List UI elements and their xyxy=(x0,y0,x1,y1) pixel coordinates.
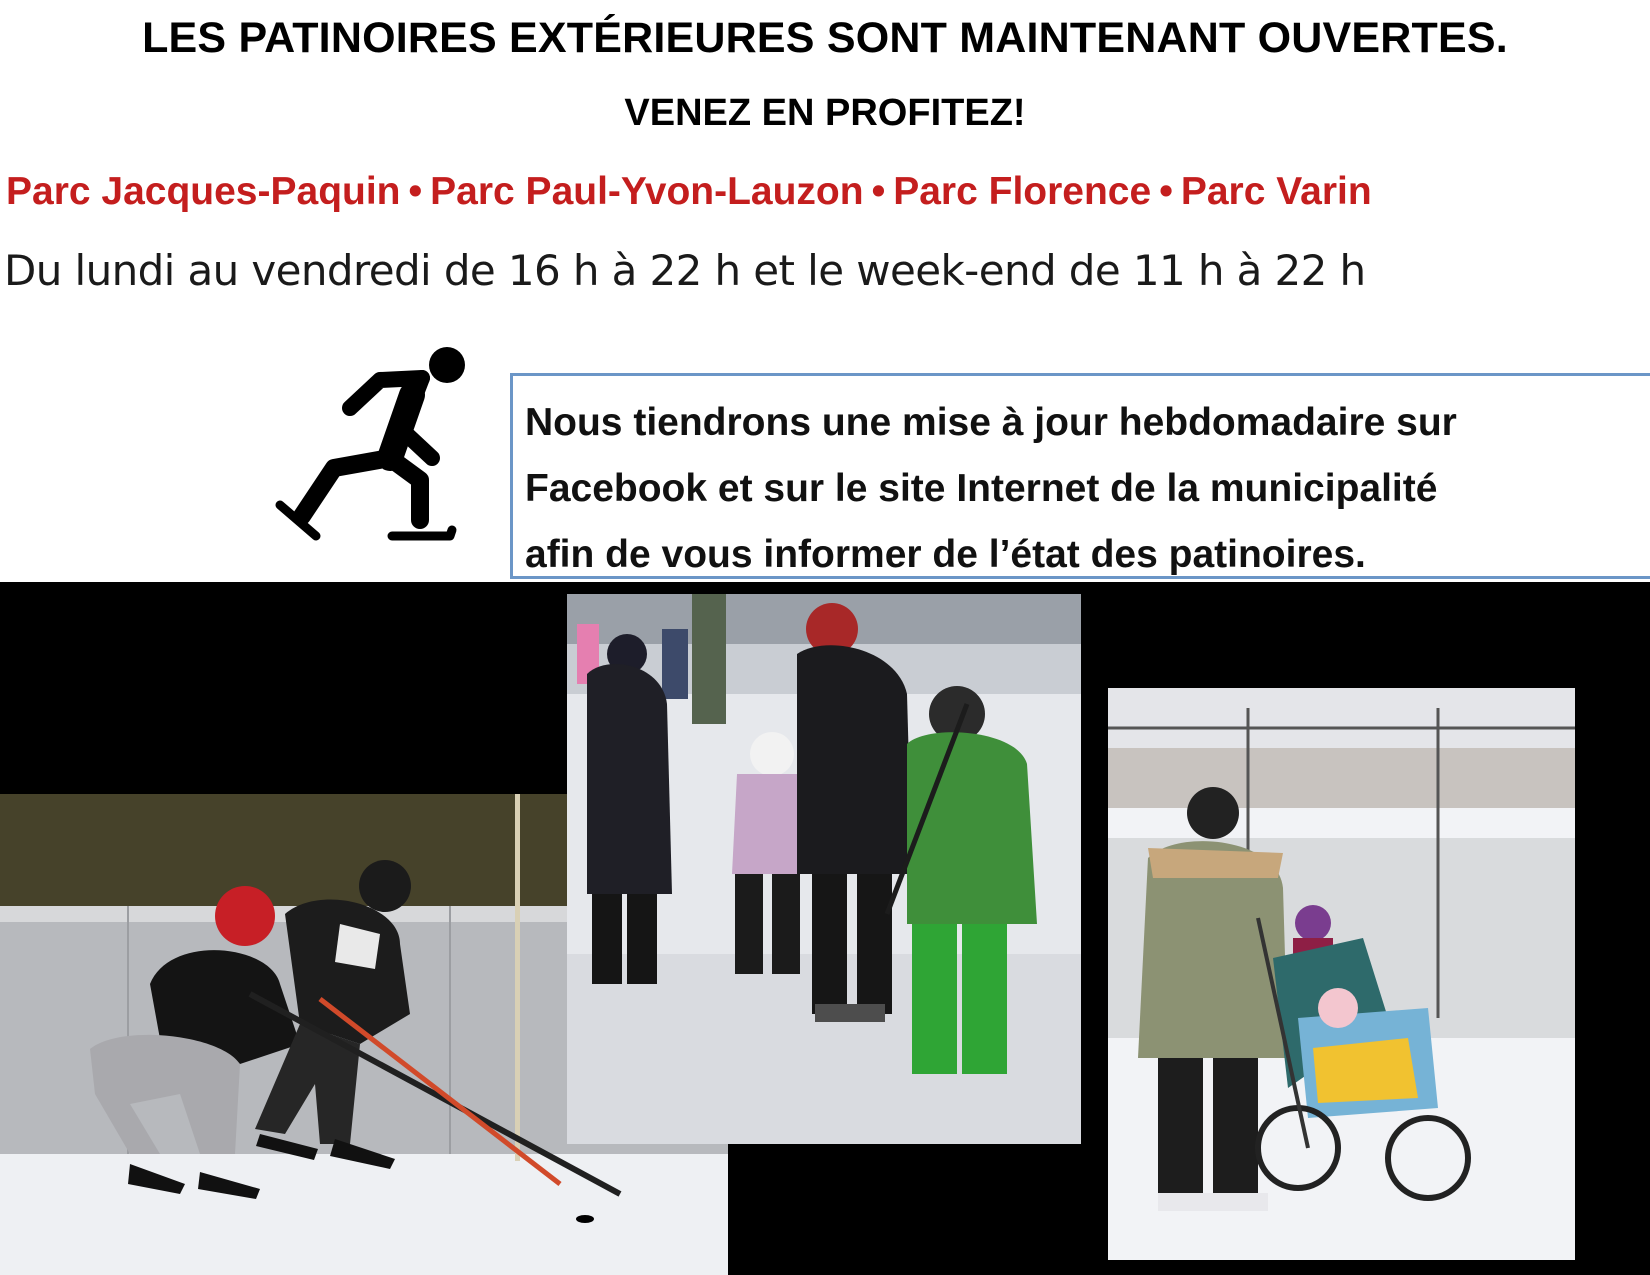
opening-hours: Du lundi au vendredi de 16 h à 22 h et l… xyxy=(4,246,1366,295)
ice-skater-icon xyxy=(272,340,472,560)
info-box: Nous tiendrons une mise à jour hebdomada… xyxy=(510,373,1650,579)
info-line: Nous tiendrons une mise à jour hebdomada… xyxy=(525,401,1457,444)
park-name: Parc Varin xyxy=(1180,170,1372,213)
page-subtitle: VENEZ EN PROFITEZ! xyxy=(624,92,1026,134)
park-name: Parc Florence xyxy=(893,170,1152,213)
park-separator: • xyxy=(408,170,423,213)
park-separator: • xyxy=(871,170,886,213)
page-title: LES PATINOIRES EXTÉRIEURES SONT MAINTENA… xyxy=(142,14,1508,62)
park-separator: • xyxy=(1159,170,1173,213)
family-skating-photo xyxy=(567,594,1081,1144)
stroller-photo xyxy=(1108,688,1575,1260)
info-line: Facebook et sur le site Internet de la m… xyxy=(525,467,1438,510)
info-line: afin de vous informer de l’état des pati… xyxy=(525,533,1366,576)
parks-list: Parc Jacques-Paquin • Parc Paul-Yvon-Lauzo… xyxy=(6,170,1372,214)
park-name: Parc Paul-Yvon-Lauzon xyxy=(430,170,864,213)
park-name: Parc Jacques-Paquin xyxy=(6,170,401,213)
